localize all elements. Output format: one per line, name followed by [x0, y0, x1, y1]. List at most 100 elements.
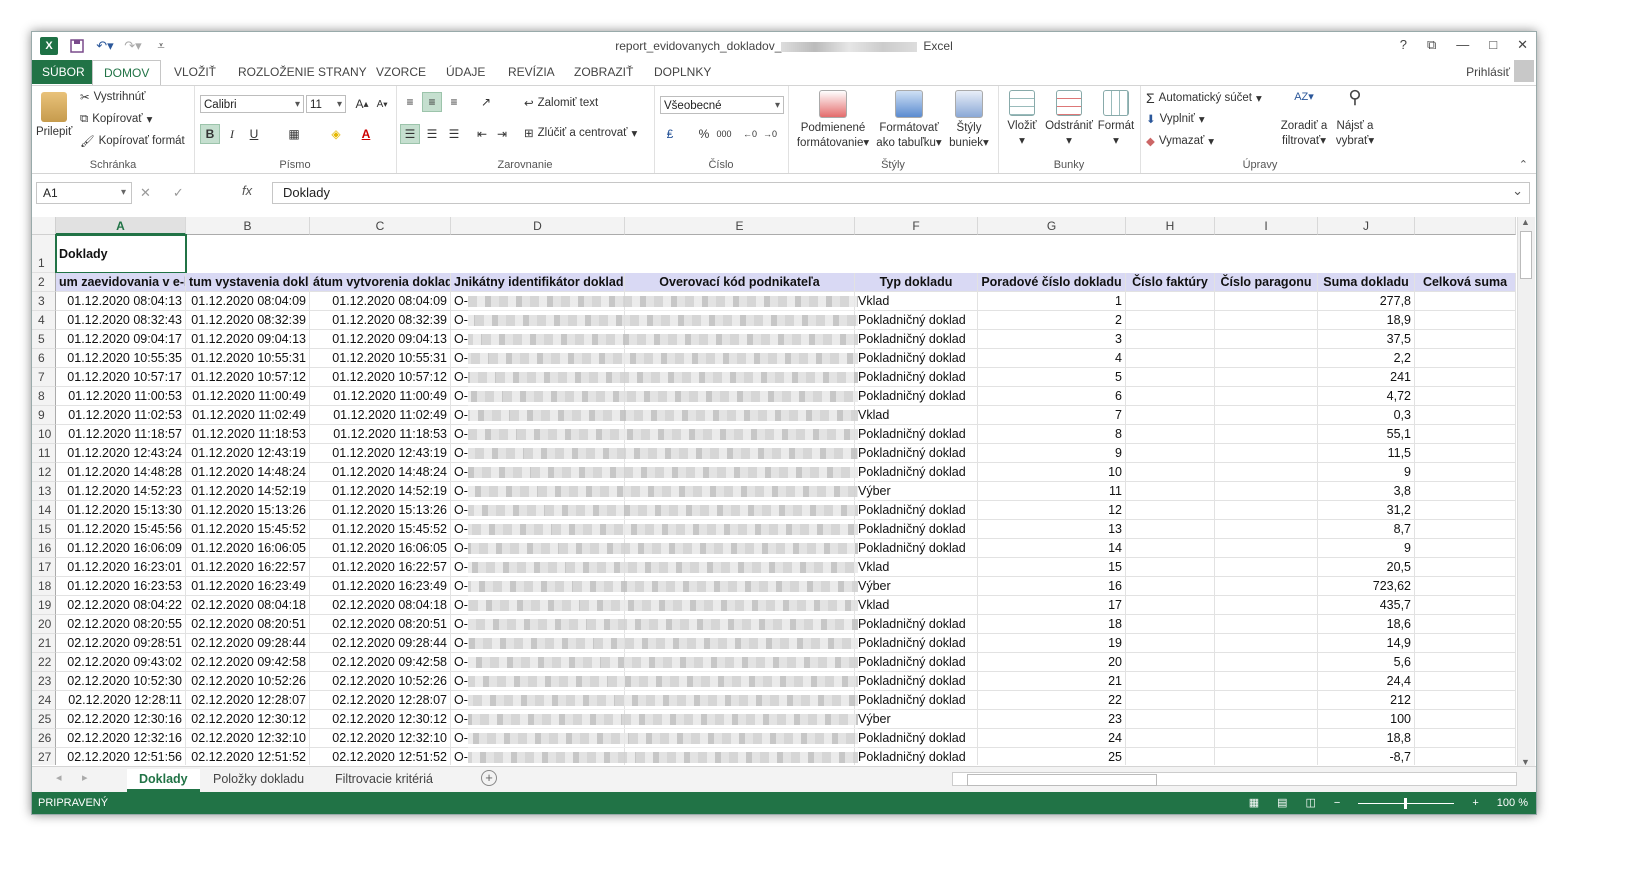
table-cell-j[interactable]: 3,8 — [1318, 482, 1415, 501]
table-cell-a[interactable]: 01.12.2020 10:57:17 — [56, 368, 186, 387]
sheet-nav-next-icon[interactable]: ▸ — [82, 771, 88, 784]
fill-color-icon[interactable]: ◈ — [326, 124, 346, 144]
table-cell-b[interactable]: 01.12.2020 15:13:26 — [186, 501, 310, 520]
table-cell-c[interactable]: 01.12.2020 12:43:19 — [310, 444, 451, 463]
table-cell-a[interactable]: 01.12.2020 10:55:35 — [56, 349, 186, 368]
row-header[interactable]: 21 — [32, 634, 56, 653]
insert-function-button[interactable]: fx — [242, 183, 252, 198]
table-cell-j[interactable]: 24,4 — [1318, 672, 1415, 691]
table-cell-k[interactable] — [1415, 577, 1516, 596]
table-cell-b[interactable]: 02.12.2020 08:04:18 — [186, 596, 310, 615]
tab-page-layout[interactable]: ROZLOŽENIE STRANY — [238, 60, 367, 84]
table-cell-h[interactable] — [1126, 482, 1215, 501]
help-button[interactable]: ? — [1400, 37, 1407, 53]
table-cell-a[interactable]: 01.12.2020 08:32:43 — [56, 311, 186, 330]
table-cell-j[interactable]: 435,7 — [1318, 596, 1415, 615]
table-cell-a[interactable]: 01.12.2020 11:00:53 — [56, 387, 186, 406]
table-cell-b[interactable]: 01.12.2020 09:04:13 — [186, 330, 310, 349]
table-cell-k[interactable] — [1415, 330, 1516, 349]
table-cell-i[interactable] — [1215, 406, 1318, 425]
row-header[interactable]: 13 — [32, 482, 56, 501]
table-cell-f[interactable]: Pokladničný doklad — [855, 444, 978, 463]
table-cell-k[interactable] — [1415, 615, 1516, 634]
table-cell-f[interactable]: Výber — [855, 482, 978, 501]
table-cell-c[interactable]: 01.12.2020 16:22:57 — [310, 558, 451, 577]
table-cell-c[interactable]: 02.12.2020 09:42:58 — [310, 653, 451, 672]
column-header-h[interactable]: H — [1126, 217, 1215, 235]
header-cell[interactable]: Poradové číslo dokladu — [978, 273, 1126, 292]
accounting-format-icon[interactable]: ₤ — [660, 124, 680, 144]
header-cell[interactable]: átum vytvorenia doklad — [310, 273, 451, 292]
align-bottom-icon[interactable]: ≡ — [444, 92, 464, 112]
table-cell-a[interactable]: 02.12.2020 12:30:16 — [56, 710, 186, 729]
vertical-scroll-thumb[interactable] — [1520, 231, 1532, 279]
table-cell-a[interactable]: 01.12.2020 12:43:24 — [56, 444, 186, 463]
row-header[interactable]: 14 — [32, 501, 56, 520]
table-cell-a[interactable]: 01.12.2020 16:06:09 — [56, 539, 186, 558]
table-cell-a[interactable]: 02.12.2020 12:51:56 — [56, 748, 186, 765]
table-cell-b[interactable]: 02.12.2020 08:20:51 — [186, 615, 310, 634]
table-cell-c[interactable]: 02.12.2020 10:52:26 — [310, 672, 451, 691]
table-cell-j[interactable]: 37,5 — [1318, 330, 1415, 349]
maximize-button[interactable]: □ — [1489, 37, 1497, 53]
zoom-in-icon[interactable]: + — [1472, 792, 1478, 814]
table-cell-h[interactable] — [1126, 387, 1215, 406]
table-cell-j[interactable]: 31,2 — [1318, 501, 1415, 520]
align-middle-icon[interactable]: ≡ — [422, 92, 442, 112]
table-cell-c[interactable]: 01.12.2020 14:48:24 — [310, 463, 451, 482]
table-cell-f[interactable]: Výber — [855, 710, 978, 729]
sheet-tab-filtrovacie[interactable]: Filtrovacie kritériá — [335, 769, 433, 789]
table-cell-j[interactable]: 277,8 — [1318, 292, 1415, 311]
table-cell-j[interactable]: 212 — [1318, 691, 1415, 710]
row-header[interactable]: 10 — [32, 425, 56, 444]
header-cell[interactable]: Jnikátny identifikátor dokladu — [451, 273, 625, 292]
page-break-view-icon[interactable]: ◫ — [1306, 792, 1316, 814]
table-cell-b[interactable]: 01.12.2020 11:02:49 — [186, 406, 310, 425]
table-cell-c[interactable]: 01.12.2020 14:52:19 — [310, 482, 451, 501]
column-header-b[interactable]: B — [186, 217, 310, 235]
table-cell-i[interactable] — [1215, 729, 1318, 748]
avatar[interactable] — [1514, 60, 1534, 82]
spreadsheet-grid[interactable]: A B C D E F G H I J 1 Doklady 2 um zaevi… — [32, 217, 1516, 765]
table-cell-h[interactable] — [1126, 368, 1215, 387]
tab-formulas[interactable]: VZORCE — [376, 60, 426, 84]
table-cell-c[interactable]: 02.12.2020 12:32:10 — [310, 729, 451, 748]
sheet-tab-polozky[interactable]: Položky dokladu — [213, 769, 304, 789]
table-cell-g[interactable]: 15 — [978, 558, 1126, 577]
table-cell-g[interactable]: 14 — [978, 539, 1126, 558]
table-cell-j[interactable]: 55,1 — [1318, 425, 1415, 444]
zoom-slider[interactable] — [1358, 797, 1455, 809]
tab-insert[interactable]: VLOŽIŤ — [174, 60, 216, 84]
table-cell-f[interactable]: Pokladničný doklad — [855, 463, 978, 482]
header-cell[interactable]: Číslo faktúry — [1126, 273, 1215, 292]
zoom-out-icon[interactable]: − — [1334, 792, 1340, 814]
table-cell-f[interactable]: Pokladničný doklad — [855, 615, 978, 634]
column-header-a[interactable]: A — [56, 217, 186, 235]
table-cell-c[interactable]: 01.12.2020 08:04:09 — [310, 292, 451, 311]
ribbon-display-options-button[interactable]: ⧉ — [1427, 37, 1436, 53]
table-cell-a[interactable]: 02.12.2020 09:43:02 — [56, 653, 186, 672]
table-cell-k[interactable] — [1415, 425, 1516, 444]
decrease-decimal-icon[interactable]: →0 — [760, 124, 780, 144]
row-header[interactable]: 9 — [32, 406, 56, 425]
table-cell-a[interactable]: 01.12.2020 09:04:17 — [56, 330, 186, 349]
align-right-icon[interactable]: ☰ — [444, 124, 464, 144]
table-cell-k[interactable] — [1415, 634, 1516, 653]
delete-cells-button[interactable]: Odstrániť ▾ — [1044, 90, 1094, 149]
table-cell-k[interactable] — [1415, 596, 1516, 615]
table-cell-f[interactable]: Pokladničný doklad — [855, 330, 978, 349]
table-cell-f[interactable]: Výber — [855, 577, 978, 596]
sign-in-link[interactable]: Prihlásiť — [1466, 65, 1510, 79]
tab-review[interactable]: REVÍZIA — [508, 60, 555, 84]
table-cell-c[interactable]: 01.12.2020 16:06:05 — [310, 539, 451, 558]
header-cell[interactable]: Celková suma — [1415, 273, 1516, 292]
table-cell-c[interactable]: 01.12.2020 08:32:39 — [310, 311, 451, 330]
table-cell-j[interactable]: 9 — [1318, 463, 1415, 482]
table-cell-f[interactable]: Pokladničný doklad — [855, 387, 978, 406]
column-header-e[interactable]: E — [625, 217, 855, 235]
table-cell-i[interactable] — [1215, 672, 1318, 691]
formula-input[interactable]: Doklady — [272, 181, 1530, 204]
conditional-formatting-button[interactable]: Podmienené formátovanie▾ — [792, 90, 874, 151]
table-cell-h[interactable] — [1126, 444, 1215, 463]
table-cell-f[interactable]: Pokladničný doklad — [855, 634, 978, 653]
